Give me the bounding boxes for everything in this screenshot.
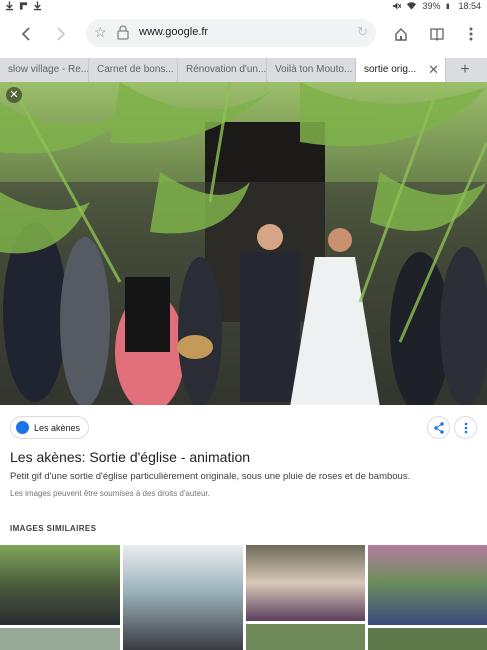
clock: 18:54 [458,1,481,11]
flipboard-icon [19,2,28,10]
result-image[interactable] [0,82,487,405]
url-bar[interactable]: ☆ www.google.fr ↻ [86,19,376,47]
similar-image-thumb[interactable] [368,628,487,650]
lock-icon [117,25,129,40]
similar-image-thumb[interactable] [368,545,487,625]
tab-strip: slow village - Re... Carnet de bons... R… [0,58,487,82]
tab-label: sortie orig... [364,64,417,75]
result-title[interactable]: Les akènes: Sortie d'église - animation [10,449,250,465]
more-options-button[interactable] [454,416,477,439]
result-info-panel: Les akènes Les akènes: Sortie d'église -… [0,405,487,545]
status-bar: 39% 18:54 [0,0,487,14]
more-vert-icon [464,422,467,433]
download-icon [5,1,14,11]
close-tab-icon[interactable]: ✕ [428,58,439,82]
result-description: Petit gif d'une sortie d'église particul… [10,471,411,482]
share-icon [433,421,444,434]
url-text[interactable]: www.google.fr [139,26,208,38]
tab-active[interactable]: sortie orig... ✕ [356,58,446,82]
similar-image-thumb[interactable] [0,628,120,650]
similar-image-thumb[interactable] [246,624,365,650]
tab[interactable]: Rénovation d'un... [178,58,267,82]
star-icon[interactable]: ☆ [94,24,107,41]
browser-toolbar: ☆ www.google.fr ↻ [0,15,487,53]
tab-label: slow village - Re... [8,64,89,75]
home-icon[interactable] [390,23,412,45]
wifi-icon [407,2,417,10]
share-button[interactable] [427,416,450,439]
tab-label: Carnet de bons... [97,64,174,75]
similar-image-thumb[interactable] [123,545,243,650]
similar-image-thumb[interactable] [0,545,120,625]
mute-icon [393,2,402,10]
overflow-menu-icon[interactable] [460,23,482,45]
similar-images-grid [0,545,487,650]
download-icon [33,1,42,11]
source-chip[interactable]: Les akènes [10,416,90,439]
similar-image-thumb[interactable] [246,545,365,621]
new-tab-button[interactable]: + [446,58,484,82]
tab-label: Rénovation d'un... [186,64,267,75]
copyright-notice: Les images peuvent être soumises à des d… [10,489,210,498]
tab[interactable]: slow village - Re... [0,58,89,82]
forward-icon[interactable] [50,23,72,45]
back-icon[interactable] [15,23,37,45]
tab-label: Voilà ton Mouto... [275,64,353,75]
similar-images-heading: IMAGES SIMILAIRES [10,524,97,533]
tab[interactable]: Carnet de bons... [89,58,178,82]
globe-icon [16,421,29,434]
close-image-icon[interactable]: ✕ [6,87,22,103]
source-name: Les akènes [34,422,81,433]
battery-icon [447,3,450,9]
reader-icon[interactable] [426,23,448,45]
battery-percent: 39% [422,1,441,11]
tab[interactable]: Voilà ton Mouto... [267,58,356,82]
reload-icon[interactable]: ↻ [357,24,368,40]
